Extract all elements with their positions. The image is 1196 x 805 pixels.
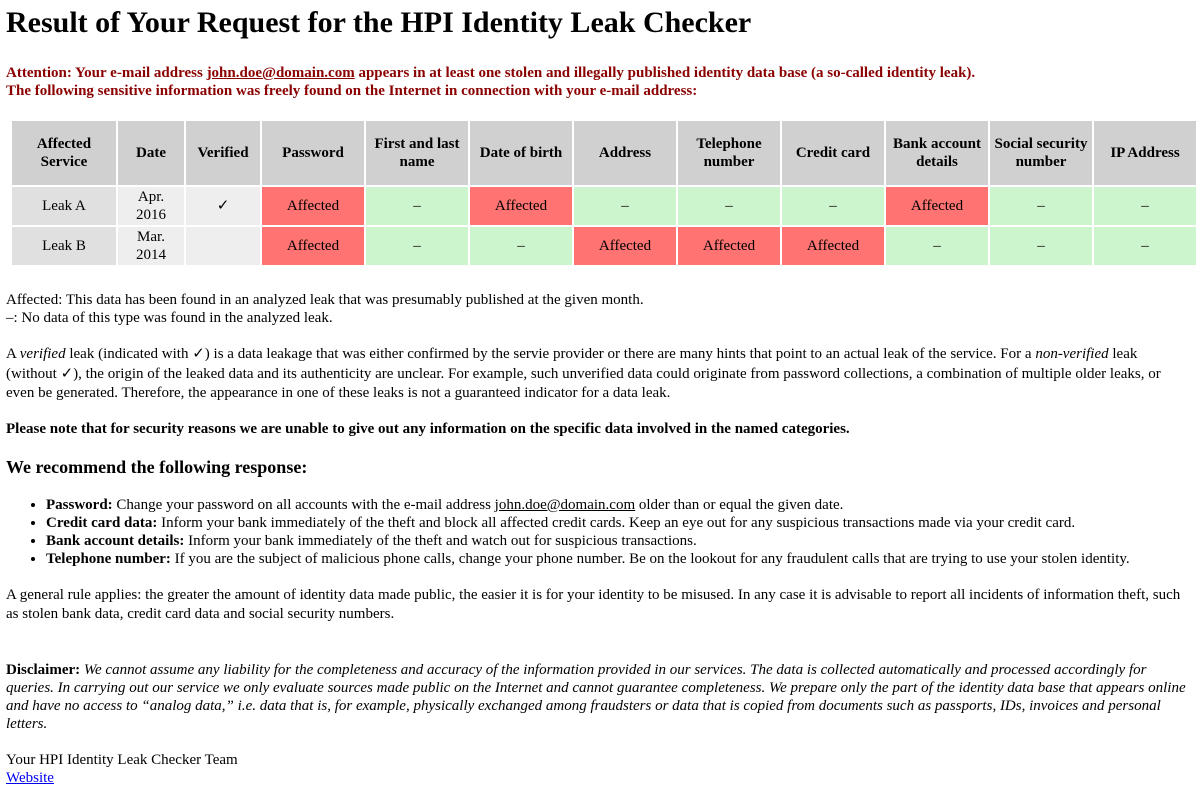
cell-bank-account: – xyxy=(886,227,988,265)
cell-address: Affected xyxy=(574,227,676,265)
cell-password: Affected xyxy=(262,227,364,265)
general-rule: A general rule applies: the greater the … xyxy=(6,586,1181,622)
legend: Affected: This data has been found in an… xyxy=(6,291,1190,327)
verified-text-2: leak (indicated with ✓) is a data leakag… xyxy=(65,346,1036,362)
checkmark-icon: ✓ xyxy=(216,198,230,214)
recommend-heading: We recommend the following response: xyxy=(6,456,308,477)
table-row: Leak A Apr. 2016 ✓ Affected – Affected – – – Affec… xyxy=(12,187,1196,225)
header-password: Password xyxy=(262,121,364,185)
recommendation-text: older than or equal the given date. xyxy=(635,496,844,513)
recommendation-label: Bank account details: xyxy=(46,532,185,549)
header-bank-account: Bank account details xyxy=(886,121,988,185)
recommendation-label: Telephone number: xyxy=(46,550,171,567)
header-date: Date xyxy=(118,121,184,185)
recommendation-label: Password: xyxy=(46,496,113,513)
cell-name: – xyxy=(366,187,468,225)
recommendation-text: If you are the subject of malicious phon… xyxy=(170,550,1130,567)
verified-text-1: A xyxy=(6,346,20,362)
leak-results-table: Affected Service Date Verified Password … xyxy=(10,119,1196,267)
cell-date: Apr. 2016 xyxy=(118,187,184,225)
attention-email-link[interactable]: john.doe@domain.com xyxy=(207,65,355,81)
recommendation-email-link[interactable]: john.doe@domain.com xyxy=(495,497,635,513)
cell-password: Affected xyxy=(262,187,364,225)
header-telephone: Telephone number xyxy=(678,121,780,185)
cell-credit-card: Affected xyxy=(782,227,884,265)
disclaimer: Disclaimer: We cannot assume any liabili… xyxy=(6,661,1190,733)
recommendation-text: Change your password on all accounts wit… xyxy=(112,496,495,513)
cell-name: – xyxy=(366,227,468,265)
header-credit-card: Credit card xyxy=(782,121,884,185)
cell-ssn: – xyxy=(990,227,1092,265)
cell-telephone: Affected xyxy=(678,227,780,265)
legend-affected: Affected: This data has been found in an… xyxy=(6,292,644,308)
recommendation-text: Inform your bank immediately of the thef… xyxy=(184,532,697,549)
header-date-of-birth: Date of birth xyxy=(470,121,572,185)
verified-word: verified xyxy=(19,346,66,362)
header-verified: Verified xyxy=(186,121,260,185)
recommendation-password: Password: Change your password on all ac… xyxy=(46,496,1190,514)
table-header-row: Affected Service Date Verified Password … xyxy=(12,121,1196,185)
recommendation-list: Password: Change your password on all ac… xyxy=(6,496,1190,568)
cell-date-of-birth: – xyxy=(470,227,572,265)
cell-service: Leak A xyxy=(12,187,116,225)
cell-ip-address: – xyxy=(1094,187,1196,225)
recommendation-telephone: Telephone number: If you are the subject… xyxy=(46,550,1190,568)
disclaimer-text: We cannot assume any liability for the c… xyxy=(6,661,1186,732)
cell-service: Leak B xyxy=(12,227,116,265)
recommendation-credit-card: Credit card data: Inform your bank immed… xyxy=(46,514,1190,532)
date-month: Mar. xyxy=(137,229,165,245)
signature: Your HPI Identity Leak Checker Team xyxy=(6,751,238,768)
legend-none: –: No data of this type was found in the… xyxy=(6,310,333,326)
header-ip-address: IP Address xyxy=(1094,121,1196,185)
disclaimer-label: Disclaimer: xyxy=(6,661,81,678)
cell-ssn: – xyxy=(990,187,1092,225)
date-year: 2014 xyxy=(136,247,166,263)
cell-date: Mar. 2014 xyxy=(118,227,184,265)
non-verified-word: non-verified xyxy=(1035,346,1109,362)
verified-explanation: A verified leak (indicated with ✓) is a … xyxy=(6,345,1190,404)
recommendation-label: Credit card data: xyxy=(46,514,158,531)
cell-verified: ✓ xyxy=(186,187,260,225)
attention-message: Attention: Your e-mail address john.doe@… xyxy=(6,64,1190,100)
attention-line2: The following sensitive information was … xyxy=(6,83,698,99)
header-ssn: Social security number xyxy=(990,121,1092,185)
cell-telephone: – xyxy=(678,187,780,225)
cell-verified xyxy=(186,227,260,265)
date-month: Apr. xyxy=(137,189,165,205)
cell-ip-address: – xyxy=(1094,227,1196,265)
date-year: 2016 xyxy=(136,207,166,223)
cell-address: – xyxy=(574,187,676,225)
recommendation-text: Inform your bank immediately of the thef… xyxy=(157,514,1076,531)
cell-credit-card: – xyxy=(782,187,884,225)
security-note: Please note that for security reasons we… xyxy=(6,420,850,437)
table-row: Leak B Mar. 2014 Affected – – Affected Affected… xyxy=(12,227,1196,265)
signature-block: Your HPI Identity Leak Checker Team Webs… xyxy=(6,751,1190,787)
attention-prefix: Attention: Your e-mail address xyxy=(6,65,207,81)
recommendation-bank-account: Bank account details: Inform your bank i… xyxy=(46,532,1190,550)
header-name: First and last name xyxy=(366,121,468,185)
header-affected-service: Affected Service xyxy=(12,121,116,185)
attention-suffix: appears in at least one stolen and illeg… xyxy=(354,65,976,81)
cell-date-of-birth: Affected xyxy=(470,187,572,225)
page-title: Result of Your Request for the HPI Ident… xyxy=(6,6,752,39)
header-address: Address xyxy=(574,121,676,185)
cell-bank-account: Affected xyxy=(886,187,988,225)
website-link[interactable]: Website xyxy=(6,770,54,786)
